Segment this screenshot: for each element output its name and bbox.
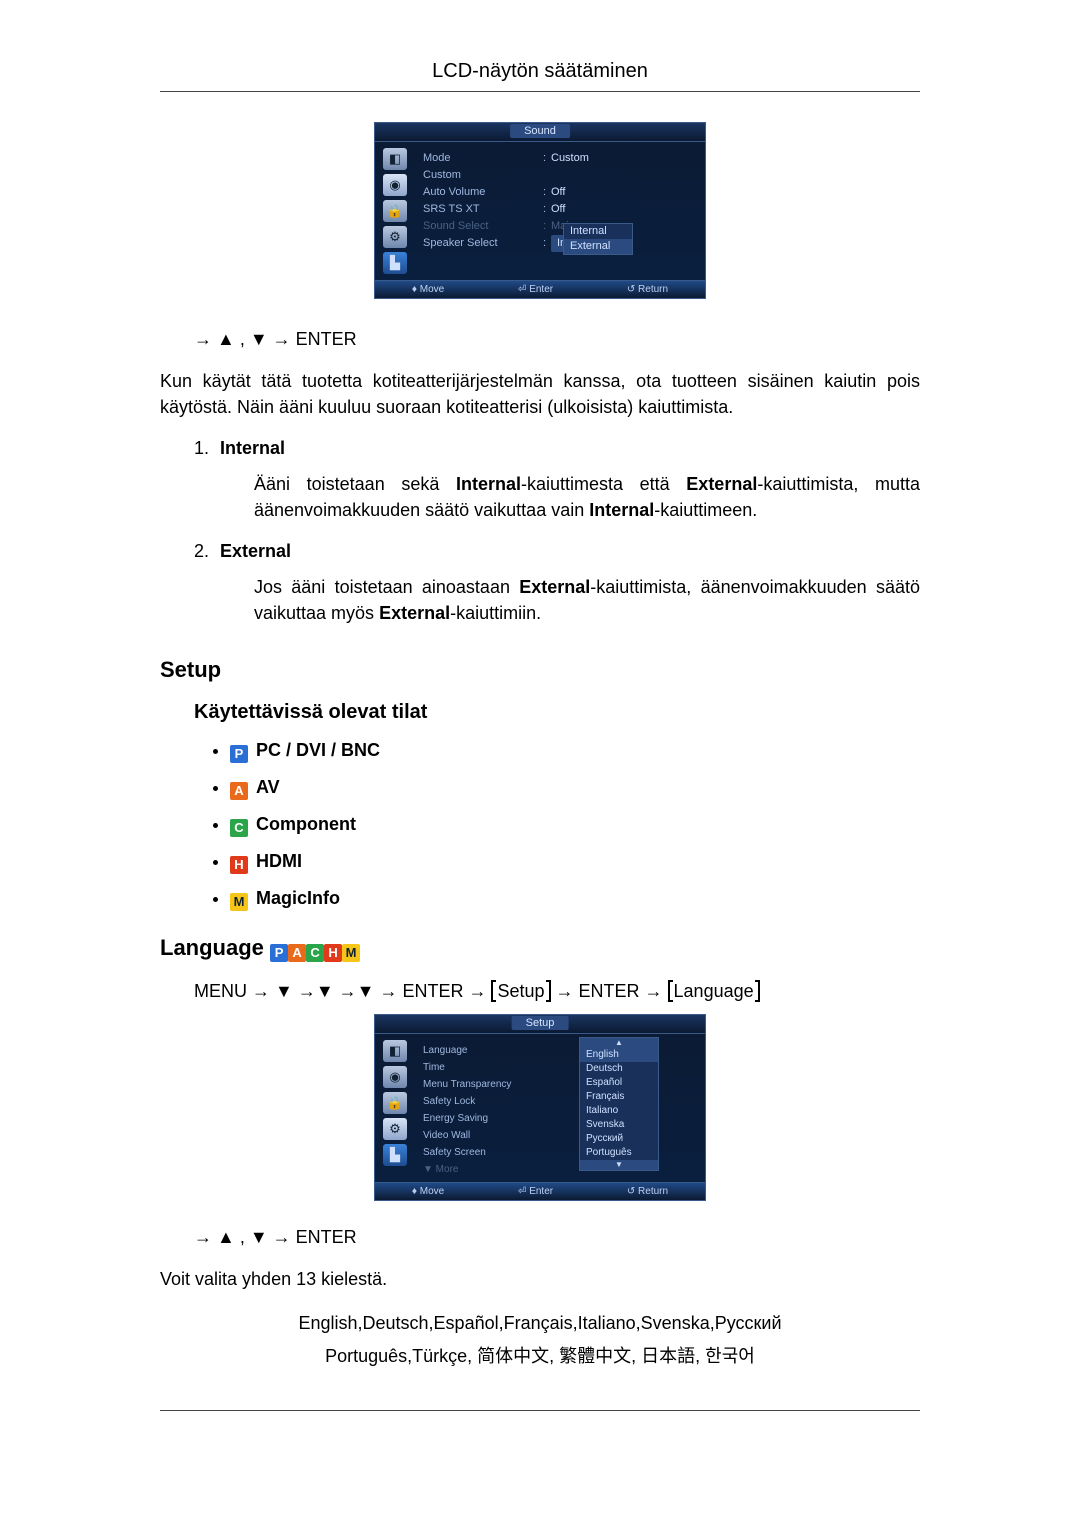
osd-row-label: Speaker Select	[423, 235, 543, 252]
sound-icon: ◉	[383, 1066, 407, 1088]
multi-icon: ▙	[383, 1144, 407, 1166]
osd-sidebar: ◧ ◉ 🔒 ⚙ ▙	[375, 1034, 415, 1182]
divider	[160, 1410, 920, 1411]
dropdown-option: Português	[580, 1146, 658, 1160]
mode-item: AAV	[230, 777, 920, 800]
osd-list: Mode:Custom Custom Auto Volume:Off SRS T…	[415, 142, 705, 280]
picture-icon: ◧	[383, 1040, 407, 1062]
osd-row-label: SRS TS XT	[423, 201, 543, 218]
modes-list: PPC / DVI / BNC AAV CComponent HHDMI MMa…	[230, 740, 920, 911]
dropdown-option: Русский	[580, 1132, 658, 1146]
badge-m-icon: M	[342, 944, 360, 962]
badge-h-icon: H	[230, 856, 248, 874]
badge-c-icon: C	[306, 944, 324, 962]
osd-title: Sound	[510, 124, 570, 138]
mode-item: CComponent	[230, 814, 920, 837]
osd-row-label: Time	[423, 1059, 553, 1076]
setup-icon: ⚙	[383, 1118, 407, 1140]
dropdown-option: Français	[580, 1090, 658, 1104]
nav-sequence-language: MENU → ▼ →▼ →▼ → ENTER → Setup → ENTER →…	[194, 980, 920, 1002]
osd-titlebar: Sound	[375, 123, 705, 142]
page-title: LCD-näytön säätäminen	[160, 60, 920, 83]
list-item-text: Jos ääni toistetaan ainoastaan External-…	[254, 574, 920, 626]
osd-row-value: Off	[551, 184, 701, 201]
picture-icon: ◧	[383, 148, 407, 170]
dropdown-option: Deutsch	[580, 1062, 658, 1076]
osd-row-label: Auto Volume	[423, 184, 543, 201]
heading-setup: Setup	[160, 657, 920, 683]
list-item-text: Ääni toistetaan sekä Internal-kaiuttimes…	[254, 471, 920, 523]
osd-title: Setup	[512, 1016, 569, 1030]
bracket-language: Language	[668, 980, 760, 1002]
badge-m-icon: M	[230, 893, 248, 911]
setup-icon: ⚙	[383, 226, 407, 248]
nav-sequence: → ▲ , ▼ → ENTER	[194, 329, 920, 350]
divider	[160, 91, 920, 92]
heading-modes: Käytettävissä olevat tilat	[194, 701, 920, 724]
osd-row-label: Sound Select	[423, 218, 543, 235]
languages-line1: English,Deutsch,Español,Français,Italian…	[160, 1310, 920, 1337]
multi-icon: ▙	[383, 252, 407, 274]
footer-enter: ⏎ Enter	[518, 1186, 553, 1197]
mode-item: HHDMI	[230, 851, 920, 874]
numbered-list: 1.Internal Ääni toistetaan sekä Internal…	[194, 438, 920, 626]
dropdown-option: Italiano	[580, 1104, 658, 1118]
body-paragraph: Kun käytät tätä tuotetta kotiteatterijär…	[160, 368, 920, 420]
dropdown-option: Internal	[564, 224, 632, 239]
osd-sound: Sound ◧ ◉ 🔒 ⚙ ▙ Mode:Custom Custom Auto …	[374, 122, 706, 299]
osd-row-value: Off	[551, 201, 701, 218]
osd-language-dropdown: ▲ English Deutsch Español Français Itali…	[579, 1037, 659, 1171]
osd-list: Language Time Menu Transparency Safety L…	[415, 1034, 705, 1182]
osd-row-label: Mode	[423, 150, 543, 167]
footer-return: ↺ Return	[627, 284, 668, 295]
dropdown-option: Svenska	[580, 1118, 658, 1132]
bracket-setup: Setup	[491, 980, 550, 1002]
osd-titlebar: Setup	[375, 1015, 705, 1034]
osd-speaker-dropdown: Internal External	[563, 223, 633, 255]
osd-row-value: Custom	[551, 150, 701, 167]
osd-setup: Setup ◧ ◉ 🔒 ⚙ ▙ Language Time Menu Trans…	[374, 1014, 706, 1201]
osd-row-label: Safety Lock	[423, 1093, 553, 1110]
osd-row-label: Menu Transparency	[423, 1076, 553, 1093]
scroll-down-icon: ▼	[580, 1160, 658, 1170]
footer-return: ↺ Return	[627, 1186, 668, 1197]
osd-row-label: Energy Saving	[423, 1110, 553, 1127]
osd-row-label: Video Wall	[423, 1127, 553, 1144]
osd-footer: ♦ Move ⏎ Enter ↺ Return	[375, 1182, 705, 1200]
osd-row-label: Language	[423, 1042, 553, 1059]
badges-inline: PACHM	[270, 935, 360, 960]
list-item: 1.Internal Ääni toistetaan sekä Internal…	[194, 438, 920, 523]
languages-line2: Português,Türkçe, 简体中文, 繁體中文, 日本語, 한국어	[160, 1343, 920, 1370]
badge-a-icon: A	[288, 944, 306, 962]
lock-icon: 🔒	[383, 1092, 407, 1114]
osd-row-label: Safety Screen	[423, 1144, 553, 1161]
badge-c-icon: C	[230, 819, 248, 837]
dropdown-option: English	[580, 1048, 658, 1062]
osd-more: ▼ More	[423, 1161, 553, 1178]
list-item: 2.External Jos ääni toistetaan ainoastaa…	[194, 541, 920, 626]
lock-icon: 🔒	[383, 200, 407, 222]
mode-item: PPC / DVI / BNC	[230, 740, 920, 763]
footer-move: ♦ Move	[412, 284, 444, 295]
badge-p-icon: P	[270, 944, 288, 962]
osd-sidebar: ◧ ◉ 🔒 ⚙ ▙	[375, 142, 415, 280]
scroll-up-icon: ▲	[580, 1038, 658, 1048]
dropdown-option: External	[564, 239, 632, 254]
sound-icon: ◉	[383, 174, 407, 196]
footer-move: ♦ Move	[412, 1186, 444, 1197]
dropdown-option: Español	[580, 1076, 658, 1090]
badge-a-icon: A	[230, 782, 248, 800]
badge-h-icon: H	[324, 944, 342, 962]
heading-language: Language PACHM	[160, 935, 920, 962]
footer-enter: ⏎ Enter	[518, 284, 553, 295]
osd-row-value	[551, 167, 701, 184]
osd-row-label: Custom	[423, 167, 543, 184]
nav-sequence: → ▲ , ▼ → ENTER	[194, 1227, 920, 1248]
osd-footer: ♦ Move ⏎ Enter ↺ Return	[375, 280, 705, 298]
mode-item: MMagicInfo	[230, 888, 920, 911]
badge-p-icon: P	[230, 745, 248, 763]
body-paragraph: Voit valita yhden 13 kielestä.	[160, 1266, 920, 1292]
